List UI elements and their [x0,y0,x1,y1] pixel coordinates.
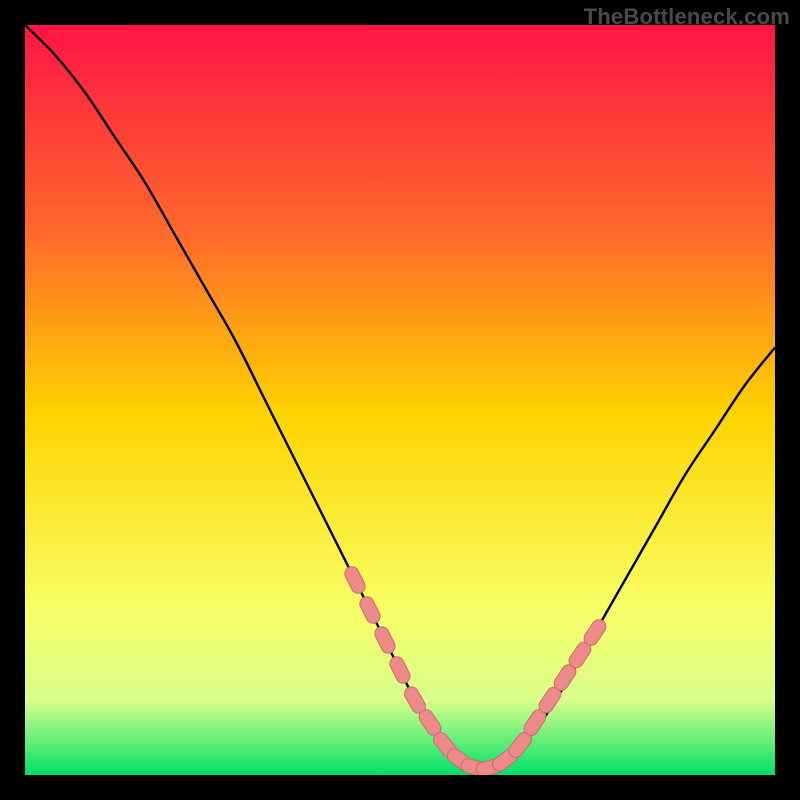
watermark-text: TheBottleneck.com [584,4,790,30]
bottleneck-chart [25,25,775,775]
chart-frame [25,25,775,775]
